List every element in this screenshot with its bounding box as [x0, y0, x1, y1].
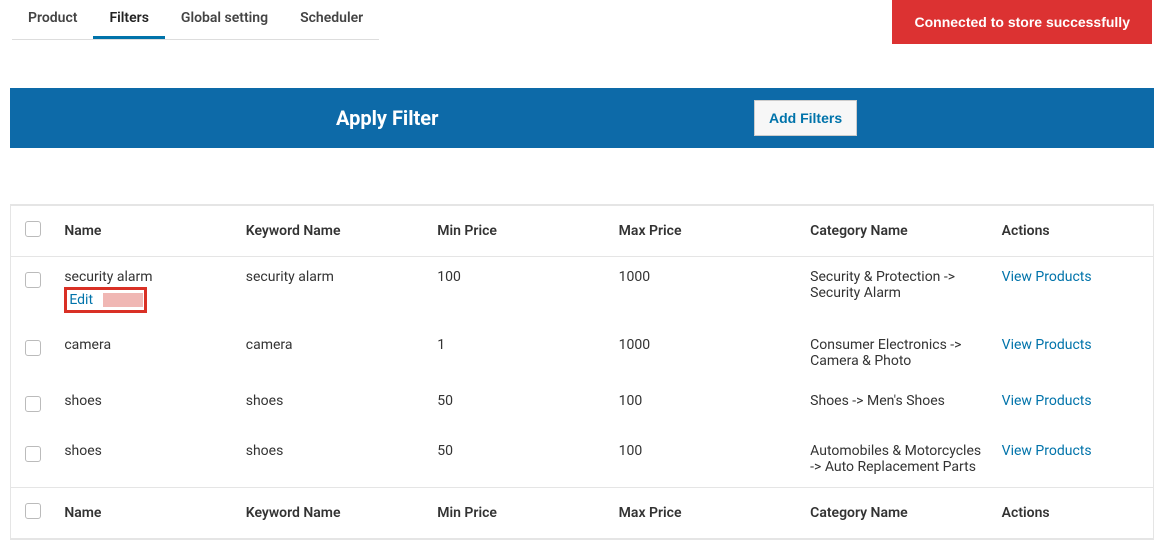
- col-header-max-price: Max Price: [609, 206, 801, 257]
- tab-global-setting[interactable]: Global setting: [165, 0, 284, 39]
- row-min-price: 50: [427, 381, 608, 431]
- table-row: security alarmEditsecurity alarm1001000S…: [11, 257, 1153, 326]
- row-keyword: shoes: [236, 431, 428, 488]
- col-footer-min-price: Min Price: [427, 488, 608, 539]
- row-keyword: shoes: [236, 381, 428, 431]
- row-min-price: 50: [427, 431, 608, 488]
- row-keyword: camera: [236, 325, 428, 381]
- row-min-price: 1: [427, 325, 608, 381]
- apply-filter-title: Apply Filter: [336, 106, 438, 130]
- edit-link[interactable]: Edit: [68, 291, 97, 309]
- apply-filter-bar: Apply Filter Add Filters: [10, 88, 1154, 148]
- col-footer-keyword: Keyword Name: [236, 488, 428, 539]
- row-checkbox[interactable]: [25, 396, 41, 412]
- row-name[interactable]: shoes: [64, 443, 225, 459]
- select-all-checkbox-footer[interactable]: [25, 503, 41, 519]
- select-all-checkbox[interactable]: [25, 221, 41, 237]
- row-checkbox[interactable]: [25, 446, 41, 462]
- col-header-actions: Actions: [992, 206, 1153, 257]
- col-header-category: Category Name: [800, 206, 992, 257]
- table-row: cameracamera11000Consumer Electronics ->…: [11, 325, 1153, 381]
- table-row: shoesshoes50100Shoes -> Men's ShoesView …: [11, 381, 1153, 431]
- admin-tabs: Product Filters Global setting Scheduler: [12, 0, 379, 40]
- edit-annotation-box: Edit: [64, 287, 147, 313]
- table-row: shoesshoes50100Automobiles & Motorcycles…: [11, 431, 1153, 488]
- row-category: Automobiles & Motorcycles -> Auto Replac…: [800, 431, 992, 488]
- row-max-price: 100: [609, 431, 801, 488]
- col-header-keyword: Keyword Name: [236, 206, 428, 257]
- row-max-price: 1000: [609, 257, 801, 326]
- filters-table: Name Keyword Name Min Price Max Price Ca…: [10, 204, 1154, 540]
- row-checkbox[interactable]: [25, 340, 41, 356]
- view-products-link[interactable]: View Products: [1002, 269, 1092, 285]
- connected-status-button[interactable]: Connected to store successfully: [892, 0, 1152, 44]
- row-name[interactable]: shoes: [64, 393, 225, 409]
- view-products-link[interactable]: View Products: [1002, 337, 1092, 353]
- col-footer-actions: Actions: [992, 488, 1153, 539]
- row-name[interactable]: camera: [64, 337, 225, 353]
- tab-product[interactable]: Product: [12, 0, 93, 39]
- col-header-min-price: Min Price: [427, 206, 608, 257]
- row-max-price: 100: [609, 381, 801, 431]
- row-category: Shoes -> Men's Shoes: [800, 381, 992, 431]
- col-footer-category: Category Name: [800, 488, 992, 539]
- col-header-name[interactable]: Name: [54, 206, 235, 257]
- row-checkbox[interactable]: [25, 272, 41, 288]
- row-category: Security & Protection -> Security Alarm: [800, 257, 992, 326]
- view-products-link[interactable]: View Products: [1002, 443, 1092, 459]
- view-products-link[interactable]: View Products: [1002, 393, 1092, 409]
- row-name[interactable]: security alarm: [64, 269, 225, 285]
- add-filters-button[interactable]: Add Filters: [754, 100, 857, 136]
- row-category: Consumer Electronics -> Camera & Photo: [800, 325, 992, 381]
- tab-filters[interactable]: Filters: [93, 0, 164, 39]
- row-min-price: 100: [427, 257, 608, 326]
- tab-scheduler[interactable]: Scheduler: [284, 0, 379, 39]
- row-keyword: security alarm: [236, 257, 428, 326]
- row-max-price: 1000: [609, 325, 801, 381]
- col-footer-name: Name: [54, 488, 235, 539]
- col-footer-max-price: Max Price: [609, 488, 801, 539]
- redacted-action: [103, 293, 143, 307]
